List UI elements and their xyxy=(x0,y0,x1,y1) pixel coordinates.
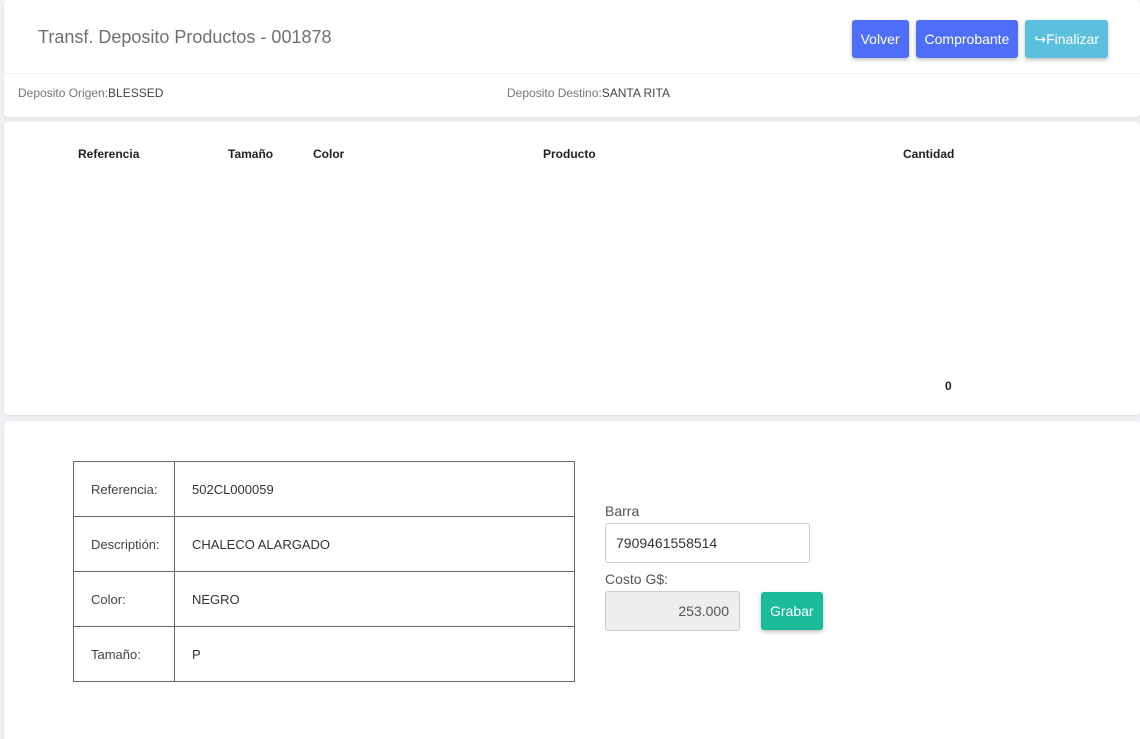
detail-label: Color: xyxy=(73,571,175,627)
cost-input[interactable] xyxy=(605,591,740,631)
items-table-card: Referencia Tamaño Color Producto Cantida… xyxy=(4,122,1140,415)
share-arrow-icon: ↪ xyxy=(1034,30,1047,47)
finalizar-label: Finalizar xyxy=(1046,31,1099,47)
cost-label: Costo G$: xyxy=(605,571,669,587)
detail-value: P xyxy=(174,626,575,682)
detail-row-descripcion: Descriptión: CHALECO ALARGADO xyxy=(73,516,575,572)
origin-value: BLESSED xyxy=(108,86,164,100)
barcode-input[interactable] xyxy=(605,523,810,563)
dest-wrap: Deposito Destino:SANTA RITA xyxy=(507,86,670,100)
detail-row-color: Color: NEGRO xyxy=(73,571,575,627)
col-header-referencia: Referencia xyxy=(78,147,140,161)
col-header-cantidad: Cantidad xyxy=(903,147,955,161)
col-header-producto: Producto xyxy=(543,147,596,161)
deposit-info: Deposito Origen:BLESSED Deposito Destino… xyxy=(18,86,1140,100)
header-top: Transf. Deposito Productos - 001878 Volv… xyxy=(4,0,1140,74)
detail-value: 502CL000059 xyxy=(174,461,575,517)
col-header-color: Color xyxy=(313,147,345,161)
dest-value: SANTA RITA xyxy=(601,86,670,100)
detail-row-tamano: Tamaño: P xyxy=(73,626,575,682)
entry-form: Barra Costo G$: Grabar xyxy=(605,503,823,631)
dest-label: Deposito Destino: xyxy=(507,86,602,100)
header-card: Transf. Deposito Productos - 001878 Volv… xyxy=(4,0,1140,117)
finalizar-button[interactable]: ↪ Finalizar xyxy=(1025,20,1108,58)
origin-label: Deposito Origen: xyxy=(18,86,109,100)
detail-label: Tamaño: xyxy=(73,626,175,682)
toolbar: Volver Comprobante ↪ Finalizar xyxy=(851,20,1108,58)
detail-label: Descriptión: xyxy=(73,516,175,572)
barcode-label: Barra xyxy=(605,503,640,519)
detail-value: CHALECO ALARGADO xyxy=(174,516,575,572)
product-detail-table: Referencia: 502CL000059 Descriptión: CHA… xyxy=(73,461,575,682)
grabar-button[interactable]: Grabar xyxy=(761,592,823,630)
col-header-tamano: Tamaño xyxy=(228,147,274,161)
detail-card: Referencia: 502CL000059 Descriptión: CHA… xyxy=(4,421,1140,739)
detail-row-referencia: Referencia: 502CL000059 xyxy=(73,461,575,517)
page-title: Transf. Deposito Productos - 001878 xyxy=(38,27,332,47)
volver-button[interactable]: Volver xyxy=(851,20,909,58)
comprobante-button[interactable]: Comprobante xyxy=(915,20,1019,58)
cost-row: Grabar xyxy=(605,591,823,631)
detail-value: NEGRO xyxy=(174,571,575,627)
total-quantity: 0 xyxy=(945,379,952,393)
detail-label: Referencia: xyxy=(73,461,175,517)
